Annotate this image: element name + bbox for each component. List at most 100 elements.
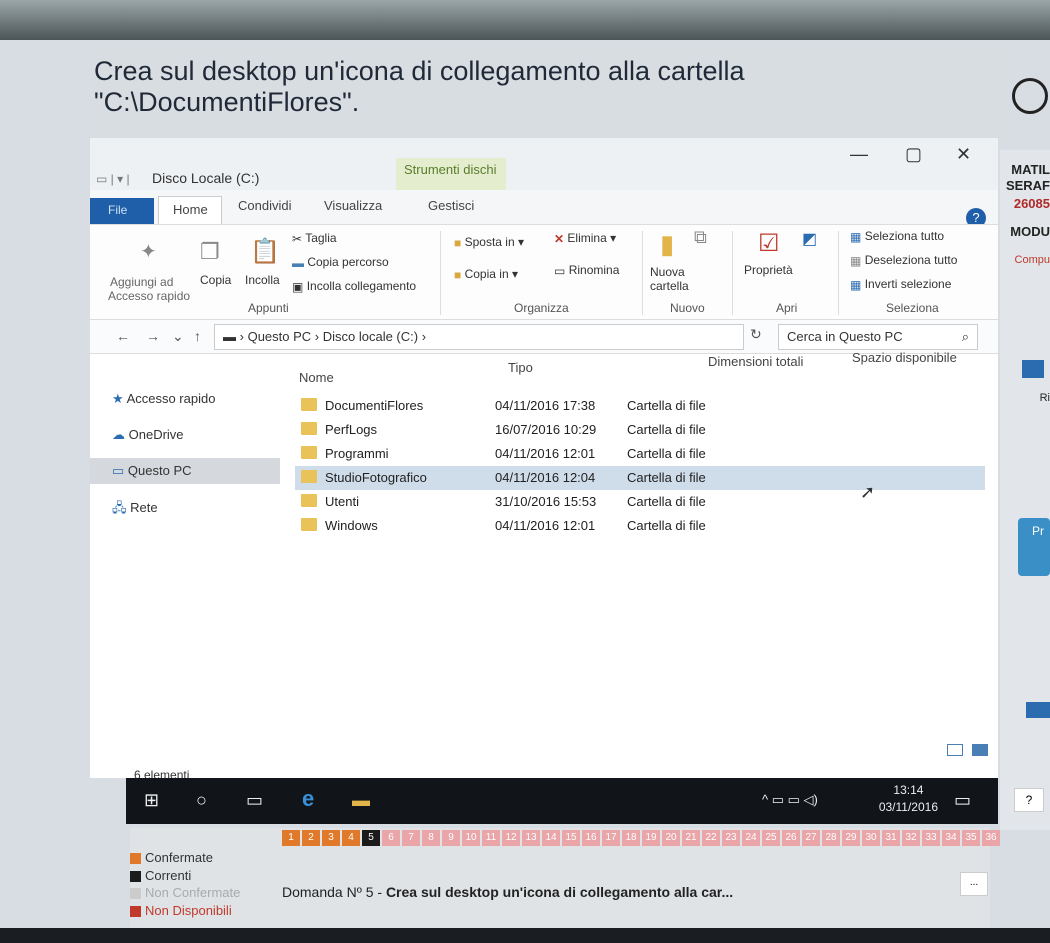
more-button[interactable]: ... [960, 872, 988, 896]
search-input[interactable]: Cerca in Questo PC ⌕ [778, 324, 978, 350]
question-number[interactable]: 22 [702, 830, 720, 846]
question-number[interactable]: 28 [822, 830, 840, 846]
question-number[interactable]: 25 [762, 830, 780, 846]
question-number[interactable]: 32 [902, 830, 920, 846]
file-row[interactable]: StudioFotografico 04/11/2016 12:04 Cartell… [295, 466, 985, 490]
column-name[interactable]: Nome [299, 370, 334, 385]
move-to-button[interactable]: ■ Sposta in ▾ [454, 235, 524, 250]
question-number[interactable]: 16 [582, 830, 600, 846]
invert-selection-button[interactable]: ▦ Inverti selezione [850, 277, 951, 292]
file-row[interactable]: Utenti 31/10/2016 15:53 Cartella di file [295, 490, 985, 514]
question-number[interactable]: 5 [362, 830, 380, 846]
large-icons-view-icon[interactable] [972, 744, 988, 756]
back-arrow-icon[interactable]: ← [116, 328, 130, 344]
question-number[interactable]: 21 [682, 830, 700, 846]
copy-path-button[interactable]: ▬ Copia percorso [292, 255, 389, 270]
question-number[interactable]: 11 [482, 830, 500, 846]
user-name: MATIL [1011, 162, 1050, 177]
minimize-button[interactable]: — [850, 144, 868, 165]
delete-button[interactable]: ✕ Elimina ▾ [554, 231, 616, 246]
rename-button[interactable]: ▭ Rinomina [554, 263, 619, 278]
question-number[interactable]: 14 [542, 830, 560, 846]
question-number[interactable]: 24 [742, 830, 760, 846]
nav-item-quick-access[interactable]: ★ Accesso rapido [108, 386, 284, 412]
question-number[interactable]: 1 [282, 830, 300, 846]
question-number[interactable]: 33 [922, 830, 940, 846]
paste-button[interactable]: Incolla [245, 273, 280, 287]
properties-button[interactable]: Proprietà [744, 263, 793, 277]
question-number[interactable]: 26 [782, 830, 800, 846]
question-number[interactable]: 20 [662, 830, 680, 846]
tab-view[interactable]: Visualizza [324, 198, 382, 213]
paste-link-button[interactable]: ▣ Incolla collegamento [292, 279, 416, 294]
question-number[interactable]: 2 [302, 830, 320, 846]
help-button[interactable]: ? [1014, 788, 1044, 812]
pin-quick-access-button[interactable]: Aggiungi ad [110, 275, 173, 289]
breadcrumb-this-pc[interactable]: Questo PC [248, 329, 312, 344]
maximize-button[interactable]: ▢ [905, 144, 922, 165]
select-all-button[interactable]: ▦ Seleziona tutto [850, 229, 944, 244]
folder-icon [301, 494, 317, 507]
nav-item-onedrive[interactable]: ☁ OneDrive [108, 422, 284, 448]
file-explorer-icon[interactable]: ▬ [352, 790, 370, 811]
question-number[interactable]: 29 [842, 830, 860, 846]
tab-file[interactable]: File [90, 198, 154, 224]
edge-icon[interactable]: e [302, 786, 314, 812]
tab-home[interactable]: Home [158, 196, 222, 224]
task-view-icon[interactable]: ▭ [246, 790, 263, 811]
question-number[interactable]: 35 [962, 830, 980, 846]
close-button[interactable]: ✕ [956, 144, 971, 165]
question-number[interactable]: 7 [402, 830, 420, 846]
recent-chevron-icon[interactable]: ⌄ [172, 328, 184, 345]
question-number[interactable]: 27 [802, 830, 820, 846]
panel-button[interactable]: Pr [1018, 518, 1050, 576]
new-folder-button[interactable]: Nuova [650, 265, 685, 279]
question-number[interactable]: 3 [322, 830, 340, 846]
address-box[interactable]: ▬ › Questo PC › Disco locale (C:) › [214, 324, 744, 350]
column-total-size[interactable]: Dimensioni totali [708, 354, 803, 369]
clock[interactable]: 13:14 03/11/2016 [879, 782, 938, 816]
file-row[interactable]: Programmi 04/11/2016 12:01 Cartella di fil… [295, 442, 985, 466]
details-view-icon[interactable] [947, 744, 963, 756]
question-number[interactable]: 8 [422, 830, 440, 846]
copy-to-button[interactable]: ■ Copia in ▾ [454, 267, 518, 282]
notification-icon[interactable]: ▭ [954, 790, 971, 811]
question-number[interactable]: 17 [602, 830, 620, 846]
windows-start-icon[interactable]: ⊞ [144, 790, 159, 811]
question-number[interactable]: 18 [622, 830, 640, 846]
up-arrow-icon[interactable]: ↑ [194, 328, 201, 344]
breadcrumb-local-disk[interactable]: Disco locale (C:) [323, 329, 418, 344]
question-number[interactable]: 13 [522, 830, 540, 846]
question-number[interactable]: 19 [642, 830, 660, 846]
column-type[interactable]: Tipo [508, 360, 533, 375]
nav-item-this-pc[interactable]: ▭ Questo PC [90, 458, 280, 484]
question-number[interactable]: 31 [882, 830, 900, 846]
copy-button[interactable]: Copia [200, 273, 231, 287]
file-row[interactable]: PerfLogs 16/07/2016 10:29 Cartella di file [295, 418, 985, 442]
file-row[interactable]: Windows 04/11/2016 12:01 Cartella di file [295, 514, 985, 538]
forward-arrow-icon[interactable]: → [146, 328, 160, 344]
tab-drive-tools[interactable]: Strumenti dischi [396, 158, 506, 190]
question-number[interactable]: 12 [502, 830, 520, 846]
question-number[interactable]: 15 [562, 830, 580, 846]
select-none-button[interactable]: ▦ Deseleziona tutto [850, 253, 957, 268]
question-number[interactable]: 36 [982, 830, 1000, 846]
question-number[interactable]: 6 [382, 830, 400, 846]
question-number[interactable]: 10 [462, 830, 480, 846]
question-number[interactable]: 34 [942, 830, 960, 846]
nav-item-network[interactable]: 🖧 Rete [108, 494, 284, 520]
file-row[interactable]: DocumentiFlores 04/11/2016 17:38 Cartella … [295, 394, 985, 418]
question-number[interactable]: 30 [862, 830, 880, 846]
tab-share[interactable]: Condividi [238, 198, 291, 213]
question-number[interactable]: 9 [442, 830, 460, 846]
quick-access-toolbar[interactable]: ▭ | ▾ | [96, 172, 130, 186]
question-number[interactable]: 4 [342, 830, 360, 846]
group-open: Apri [776, 301, 798, 315]
refresh-icon[interactable]: ↻ [750, 326, 762, 343]
question-number[interactable]: 23 [722, 830, 740, 846]
cortana-icon[interactable]: ○ [196, 790, 207, 811]
cut-button[interactable]: ✂ Taglia [292, 231, 337, 246]
tray-icons[interactable]: ^ ▭ ▭ ◁) [762, 792, 818, 808]
tab-manage[interactable]: Gestisci [428, 198, 474, 213]
column-free-space[interactable]: Spazio disponibile [852, 350, 957, 365]
